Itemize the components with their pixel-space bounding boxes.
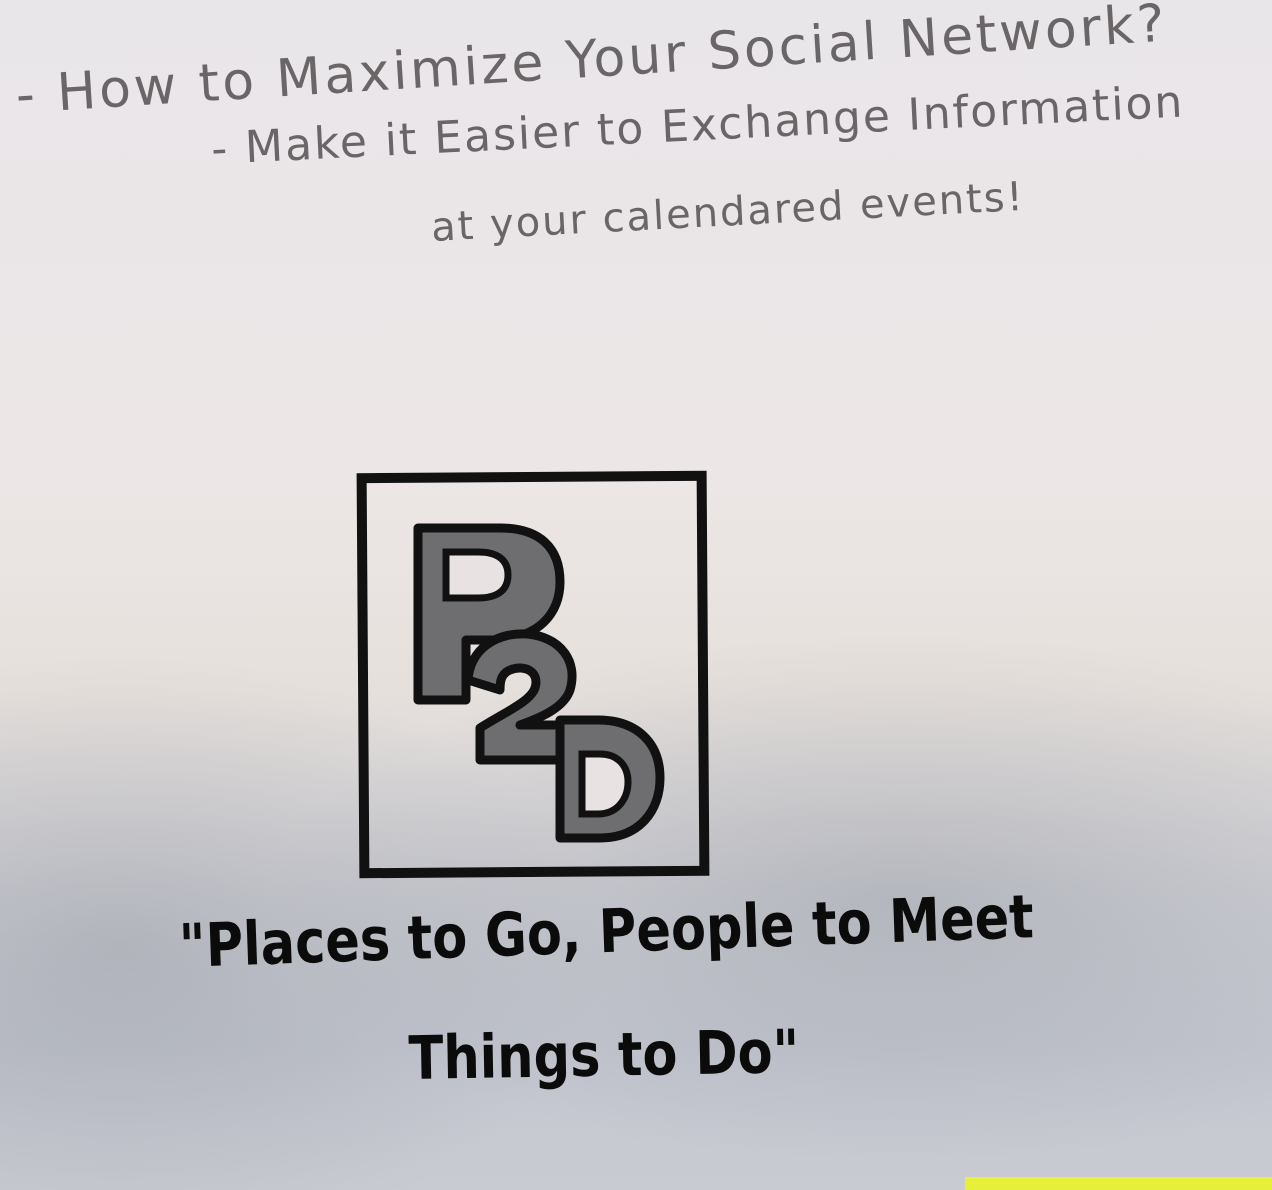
sticky-note-edge xyxy=(965,1177,1272,1190)
p2d-logo-mark xyxy=(413,523,665,843)
tagline-line-2: Things to Do" xyxy=(408,1017,800,1094)
logo-letter-d xyxy=(555,715,665,843)
